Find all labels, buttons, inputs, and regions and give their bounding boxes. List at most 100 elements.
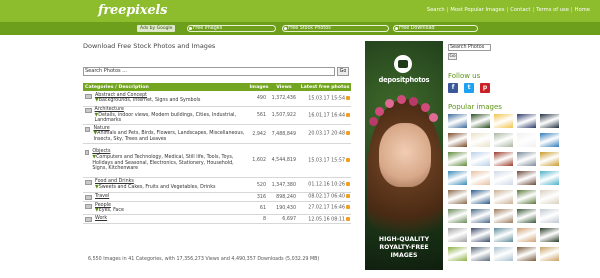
popular-image-thumbnail[interactable] [517,171,536,185]
popular-image-thumbnail[interactable] [471,209,490,223]
nav-search[interactable]: Search [427,7,445,13]
twitter-icon[interactable]: t [464,83,474,93]
subcategory-links[interactable]: Computers and Technology, Medical, Still… [92,155,233,171]
depositphotos-ad[interactable]: depositphotos HIGH-QUALITY ROYALTY-FREE … [365,41,443,270]
sidebar-go-button[interactable]: Go [448,53,457,60]
rss-icon[interactable] [346,112,350,117]
page-title: Download Free Stock Photos and Images [83,42,216,50]
subcategory-links[interactable]: Eyes, Face [99,208,124,213]
popular-image-thumbnail[interactable] [517,152,536,166]
category-link[interactable]: People [95,203,111,208]
popular-image-thumbnail[interactable] [517,114,536,128]
follow-us-heading: Follow us [448,72,481,80]
popular-image-thumbnail[interactable] [471,190,490,204]
ad-link-free-stock-photos[interactable]: Free Stock Photos [282,25,389,32]
rss-icon[interactable] [346,216,350,221]
subcategory-links[interactable]: Details, indoor views, Modern buildings,… [95,113,236,124]
popular-image-thumbnail[interactable] [471,133,490,147]
nav-contact[interactable]: Contact [510,7,530,13]
header-views: Views [269,83,299,91]
views-count: 1,347,380 [269,177,299,194]
category-link[interactable]: Abstract and Concept [95,93,147,98]
subcategory-links[interactable]: Animals and Pets, Birds, Flowers, Landsc… [93,131,244,142]
popular-image-thumbnail[interactable] [494,190,513,204]
popular-image-thumbnail[interactable] [448,152,467,166]
site-stats: 6,550 Images in 41 Categories, with 17,3… [88,257,320,262]
category-link[interactable]: Food and Drinks [95,179,134,184]
category-link[interactable]: Architecture [95,107,124,112]
popular-image-thumbnail[interactable] [517,190,536,204]
facebook-icon[interactable]: f [448,83,458,93]
rss-icon[interactable] [346,95,350,100]
category-link[interactable]: Work [95,216,107,221]
site-logo[interactable]: freepixels [98,3,167,18]
popular-image-thumbnail[interactable] [494,209,513,223]
ad-link-free-download[interactable]: Free Download [393,25,478,32]
images-count: 490 [249,91,269,107]
popular-image-thumbnail[interactable] [517,133,536,147]
popular-image-thumbnail[interactable] [494,133,513,147]
popular-image-thumbnail[interactable] [540,133,559,147]
ads-by-google-badge[interactable]: Ads by Google [137,25,176,32]
popular-image-thumbnail[interactable] [517,247,536,261]
category-cell: People ▼Eyes, Face [83,201,249,216]
popular-image-thumbnail[interactable] [517,209,536,223]
subcategory-links[interactable]: Sweets and Cakes, Fruits and Vegetables,… [99,185,216,190]
popular-image-thumbnail[interactable] [471,247,490,261]
ad-brand: depositphotos [378,76,430,84]
bullet-icon [284,27,287,30]
nav-terms[interactable]: Terms of use [536,7,569,13]
popular-image-thumbnail[interactable] [448,247,467,261]
popular-image-thumbnail[interactable] [494,152,513,166]
popular-image-thumbnail[interactable] [540,171,559,185]
folder-icon [85,108,92,113]
search-go-button[interactable]: Go [337,67,349,76]
popular-image-thumbnail[interactable] [540,228,559,242]
popular-image-thumbnail[interactable] [540,152,559,166]
nav-most-popular[interactable]: Most Popular Images [450,7,504,13]
nav-home[interactable]: Home [575,7,590,13]
category-cell: Abstract and Concept ▼Backgrounds, Intern… [83,91,249,107]
search-input[interactable]: Search Photos ... [83,67,335,76]
subcategory-links[interactable]: Backgrounds, Internet, Signs and Symbols [99,98,201,103]
popular-image-thumbnail[interactable] [471,228,490,242]
rss-icon[interactable] [346,205,350,210]
ad-link-free-images[interactable]: Free Images [187,25,276,32]
views-count: 4,544,819 [269,143,299,179]
rss-icon[interactable] [346,194,350,199]
popular-image-thumbnail[interactable] [471,171,490,185]
popular-image-thumbnail[interactable] [448,133,467,147]
popular-image-thumbnail[interactable] [494,171,513,185]
latest-date: 15.03.17 15:54 [299,91,351,107]
table-row: People ▼Eyes, Face 61 190,430 27.02.17 16:46 [83,201,351,216]
popular-image-thumbnail[interactable] [448,209,467,223]
popular-image-thumbnail[interactable] [540,190,559,204]
category-link[interactable]: Objects [92,149,110,154]
popular-image-thumbnail[interactable] [517,228,536,242]
popular-image-thumbnail[interactable] [448,190,467,204]
popular-image-thumbnail[interactable] [540,209,559,223]
images-count: 2,942 [249,124,269,145]
popular-image-thumbnail[interactable] [448,171,467,185]
sidebar-search-input[interactable]: Search Photos [448,44,491,51]
popular-image-thumbnail[interactable] [494,228,513,242]
views-count: 1,507,922 [269,106,299,126]
rss-icon[interactable] [346,131,350,136]
rss-icon[interactable] [346,182,350,187]
pinterest-icon[interactable]: p [480,83,490,93]
category-cell: Nature ▼Animals and Pets, Birds, Flowers,… [83,124,249,145]
table-row: Nature ▼Animals and Pets, Birds, Flowers,… [83,124,351,145]
popular-image-thumbnail[interactable] [448,228,467,242]
category-link[interactable]: Travel [95,194,109,199]
popular-image-thumbnail[interactable] [471,152,490,166]
subcategories: ▼Eyes, Face [95,208,124,213]
popular-image-thumbnail[interactable] [540,114,559,128]
table-row: Food and Drinks ▼Sweets and Cakes, Fruits… [83,177,351,194]
rss-icon[interactable] [346,157,350,162]
popular-image-thumbnail[interactable] [471,114,490,128]
folder-icon [85,126,91,132]
popular-image-thumbnail[interactable] [448,114,467,128]
popular-image-thumbnail[interactable] [540,247,559,261]
popular-image-thumbnail[interactable] [494,247,513,261]
popular-image-thumbnail[interactable] [494,114,513,128]
